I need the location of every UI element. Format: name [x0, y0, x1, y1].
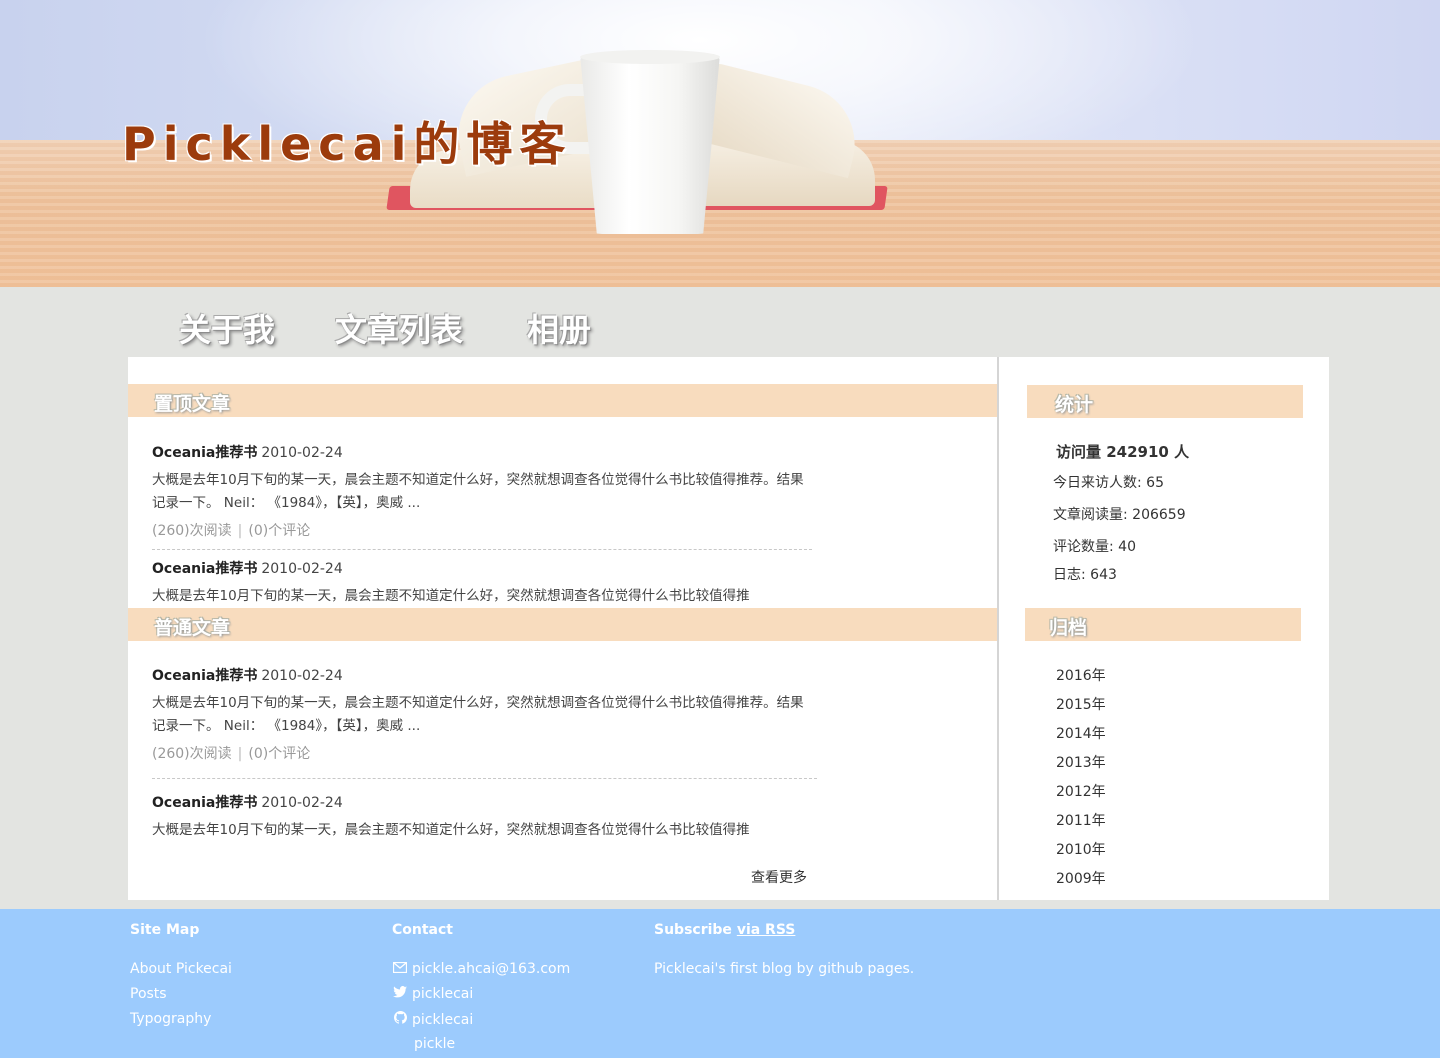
post-read-count: (260)次阅读 [152, 523, 232, 539]
archive-header: 归档 [1025, 608, 1301, 641]
view-more-link[interactable]: 查看更多 [751, 867, 807, 887]
contact-twitter-link[interactable]: picklecai [392, 986, 473, 1002]
archive-year-2010[interactable]: 2010年 [1056, 839, 1106, 859]
post-read-count: (260)次阅读 [152, 746, 232, 762]
post-divider [152, 778, 817, 779]
twitter-icon [392, 986, 408, 1002]
subscribe-description: Picklecai's first blog by github pages. [654, 961, 915, 977]
archive-year-2016[interactable]: 2016年 [1056, 665, 1106, 685]
stat-total-visits: 访问量 242910 人 [1056, 443, 1190, 461]
stat-today-visitors: 今日来访人数: 65 [1053, 475, 1164, 491]
post-item: Oceania推荐书 2010-02-24 大概是去年10月下旬的某一天，晨会主题… [152, 443, 816, 541]
normal-section-header: 普通文章 [128, 608, 997, 641]
post-title-link[interactable]: Oceania推荐书 [152, 445, 257, 461]
contact-github-link[interactable]: picklecai [392, 1011, 473, 1028]
sidebar: 统计 访问量 242910 人 今日来访人数: 65 文章阅读量: 206659… [999, 357, 1329, 900]
cup-rim-image [580, 50, 720, 64]
post-item: Oceania推荐书 2010-02-24 大概是去年10月下旬的某一天，晨会主题… [152, 793, 816, 842]
header-banner: Picklecai的博客 [0, 0, 1440, 287]
archive-year-2014[interactable]: 2014年 [1056, 723, 1106, 743]
contact-other-link[interactable]: pickle [414, 1036, 455, 1052]
post-date: 2010-02-24 [261, 668, 343, 684]
sitemap-link-posts[interactable]: Posts [130, 986, 167, 1002]
archive-year-2013[interactable]: 2013年 [1056, 752, 1106, 772]
post-excerpt: 大概是去年10月下旬的某一天，晨会主题不知道定什么好，突然就想调查各位觉得什么书… [152, 695, 804, 734]
sitemap-link-typography[interactable]: Typography [130, 1011, 211, 1027]
sitemap-link-about[interactable]: About Pickecai [130, 961, 232, 977]
blog-title[interactable]: Picklecai的博客 [122, 108, 572, 174]
pinned-section-title: 置顶文章 [154, 393, 231, 415]
post-title-link[interactable]: Oceania推荐书 [152, 561, 257, 577]
archive-title: 归档 [1049, 617, 1088, 639]
post-excerpt: 大概是去年10月下旬的某一天，晨会主题不知道定什么好，突然就想调查各位觉得什么书… [152, 822, 750, 838]
main-nav: 关于我 文章列表 相册 [0, 287, 1440, 357]
stats-header: 统计 [1027, 385, 1303, 418]
subscribe-title: Subscribe via RSS [654, 922, 796, 938]
post-date: 2010-02-24 [261, 445, 343, 461]
post-item: Oceania推荐书 2010-02-24 大概是去年10月下旬的某一天，晨会主题… [152, 559, 816, 608]
stat-log-count: 日志: 643 [1053, 567, 1117, 583]
nav-item-album[interactable]: 相册 [527, 305, 591, 351]
contact-email-link[interactable]: pickle.ahcai@163.com [392, 961, 570, 977]
archive-year-2012[interactable]: 2012年 [1056, 781, 1106, 801]
post-date: 2010-02-24 [261, 795, 343, 811]
post-divider [152, 549, 812, 550]
stats-title: 统计 [1055, 394, 1094, 416]
pinned-section-header: 置顶文章 [128, 384, 997, 417]
sitemap-title: Site Map [130, 922, 200, 938]
contact-title: Contact [392, 922, 453, 938]
post-excerpt: 大概是去年10月下旬的某一天，晨会主题不知道定什么好，突然就想调查各位觉得什么书… [152, 472, 804, 511]
archive-year-2015[interactable]: 2015年 [1056, 694, 1106, 714]
nav-item-about[interactable]: 关于我 [179, 305, 275, 351]
post-comment-count[interactable]: (0)个评论 [248, 523, 310, 539]
stat-comment-count: 评论数量: 40 [1053, 539, 1136, 555]
post-excerpt: 大概是去年10月下旬的某一天，晨会主题不知道定什么好，突然就想调查各位觉得什么书… [152, 588, 750, 604]
archive-year-2009[interactable]: 2009年 [1056, 868, 1106, 888]
main-content: 置顶文章 Oceania推荐书 2010-02-24 大概是去年10月下旬的某一天… [128, 357, 997, 900]
meta-separator: | [237, 523, 243, 539]
stat-article-reads: 文章阅读量: 206659 [1053, 507, 1186, 523]
meta-separator: | [237, 746, 243, 762]
post-item: Oceania推荐书 2010-02-24 大概是去年10月下旬的某一天，晨会主题… [152, 666, 816, 764]
github-icon [392, 1011, 408, 1028]
post-title-link[interactable]: Oceania推荐书 [152, 668, 257, 684]
mail-icon [392, 961, 408, 977]
rss-link[interactable]: via RSS [737, 922, 796, 938]
post-title-link[interactable]: Oceania推荐书 [152, 795, 257, 811]
post-date: 2010-02-24 [261, 561, 343, 577]
post-comment-count[interactable]: (0)个评论 [248, 746, 310, 762]
cup-image [580, 54, 720, 234]
footer: Site Map About Pickecai Posts Typography… [0, 909, 1440, 1058]
nav-item-article-list[interactable]: 文章列表 [335, 305, 463, 351]
normal-section-title: 普通文章 [154, 617, 231, 639]
archive-year-2011[interactable]: 2011年 [1056, 810, 1106, 830]
